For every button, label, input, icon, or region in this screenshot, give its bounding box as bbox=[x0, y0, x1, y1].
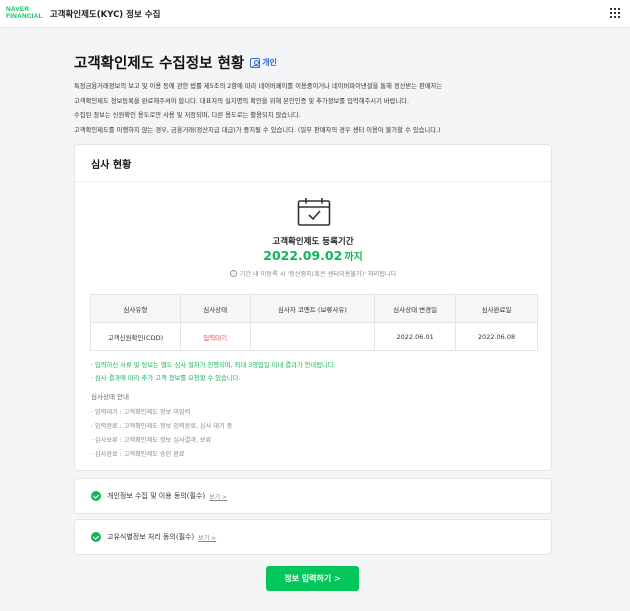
review-status-card: 심사 현황 고객확인제도 등록기간 2022.09.02 까지 ! 기간 내 미등… bbox=[74, 144, 552, 471]
info-icon: ! bbox=[229, 270, 237, 277]
intro-line: 특정금융거래정보의 보고 및 이용 등에 관한 법률 제5조의 2항에 따라 네… bbox=[74, 83, 443, 90]
status-guide-list: · 입력대기 : 고객확인제도 정보 미입력 · 입력완료 : 고객확인제도 정… bbox=[91, 406, 232, 462]
deadline-date: 2022.09.02 bbox=[263, 248, 343, 263]
intro-line: 고객확인제도 정보등록을 완료해주셔야 합니다. 대표자의 실지명의 확인을 위… bbox=[74, 97, 410, 105]
intro-text: 특정금융거래정보의 보고 및 이용 등에 관한 법률 제5조의 2항에 따라 네… bbox=[74, 80, 554, 138]
unique-id-consent-label: 고유식별정보 처리 동의(필수) bbox=[107, 533, 195, 541]
badge-label: 개인 bbox=[262, 58, 277, 67]
logo-line2: FINANCIAL bbox=[6, 12, 43, 20]
intro-line: 고객확인제도를 이행하지 않는 경우, 금융거래(정산지급 대급)가 중지될 수… bbox=[74, 126, 441, 134]
guide-item: · 입력완료 : 고객확인제도 정보 입력완료, 심사 대기 중 bbox=[91, 423, 233, 430]
table-header: 심사완료일 bbox=[455, 294, 538, 323]
status-cell: 입력대기 bbox=[179, 322, 251, 351]
review-notes: · 입력하신 서류 및 정보는 별도 심사 절차가 진행되며, 최대 3영업일 … bbox=[91, 359, 336, 385]
grid-icon[interactable] bbox=[610, 8, 620, 18]
person-icon bbox=[250, 57, 261, 68]
guide-item: · 입력대기 : 고객확인제도 정보 미입력 bbox=[91, 409, 191, 416]
status-guide-title: 심사상태 안내 bbox=[91, 393, 129, 401]
table-cell: 고객신원확인(CDD) bbox=[90, 322, 181, 351]
check-circle-icon[interactable] bbox=[91, 491, 101, 501]
naver-financial-logo[interactable]: NAVER FINANCIAL bbox=[6, 6, 43, 20]
review-status-table: 심사유형 심사상태 심사자 코멘트 (보류사유) 심사상태 변경일 심사완료일 … bbox=[90, 294, 538, 351]
deadline-suffix: 까지 bbox=[344, 252, 363, 263]
intro-line: 수집된 정보는 신원확인 용도로만 사용 및 저장되며, 다른 용도로는 활용되… bbox=[74, 112, 301, 120]
registration-deadline: 2022.09.02 까지 bbox=[75, 248, 551, 263]
top-bar: NAVER FINANCIAL 고객확인제도(KYC) 정보 수집 bbox=[0, 0, 630, 28]
privacy-view-link[interactable]: 보기 > bbox=[209, 492, 227, 501]
guide-item: · 심사보류 : 고객확인제도 정보 심사결과, 보류 bbox=[91, 437, 212, 444]
page-title-text: 고객확인제도 수집정보 현황 bbox=[74, 56, 245, 72]
table-cell: 2022.06.08 bbox=[455, 322, 538, 351]
privacy-consent-card[interactable]: 개인정보 수집 및 이용 동의(필수) 보기 > bbox=[74, 478, 552, 514]
period-note: ! 기간 내 미등록 시 '정산중지(혹은 센터이용불가)' 처리됩니다 bbox=[75, 269, 551, 278]
note-item: · 입력하신 서류 및 정보는 별도 심사 절차가 진행되며, 최대 3영업일 … bbox=[91, 362, 336, 369]
guide-item: · 심사완료 : 고객확인제도 승인 완료 bbox=[91, 451, 185, 458]
table-header: 심사상태 변경일 bbox=[374, 294, 457, 323]
table-header: 심사상태 bbox=[179, 294, 251, 323]
registration-period-label: 고객확인제도 등록기간 bbox=[272, 237, 354, 247]
check-circle-icon[interactable] bbox=[91, 532, 101, 542]
table-header: 심사유형 bbox=[90, 294, 181, 323]
privacy-consent-label: 개인정보 수집 및 이용 동의(필수) bbox=[107, 492, 206, 500]
table-header-row: 심사유형 심사상태 심사자 코멘트 (보류사유) 심사상태 변경일 심사완료일 bbox=[90, 294, 538, 323]
personal-badge: 개인 bbox=[250, 57, 277, 68]
unique-id-view-link[interactable]: 보기 > bbox=[198, 533, 216, 542]
table-header: 심사자 코멘트 (보류사유) bbox=[249, 294, 376, 323]
page-title: 고객확인제도 수집정보 현황 개인 bbox=[74, 52, 277, 73]
enter-info-button[interactable]: 정보 입력하기 > bbox=[266, 566, 359, 591]
app-title: 고객확인제도(KYC) 정보 수집 bbox=[49, 9, 161, 20]
review-status-heading: 심사 현황 bbox=[75, 145, 551, 182]
period-note-text: 기간 내 미등록 시 '정산중지(혹은 센터이용불가)' 처리됩니다 bbox=[239, 271, 397, 278]
comment-cell bbox=[249, 322, 376, 351]
table-cell: 2022.06.01 bbox=[374, 322, 457, 351]
note-item: · 심사 결과에 따라 추가 고객 정보를 요청할 수 있습니다. bbox=[91, 375, 241, 382]
table-row: 고객신원확인(CDD) 입력대기 2022.06.01 2022.06.08 bbox=[90, 322, 538, 351]
unique-id-consent-card[interactable]: 고유식별정보 처리 동의(필수) 보기 > bbox=[74, 519, 552, 555]
calendar-icon bbox=[297, 198, 331, 226]
